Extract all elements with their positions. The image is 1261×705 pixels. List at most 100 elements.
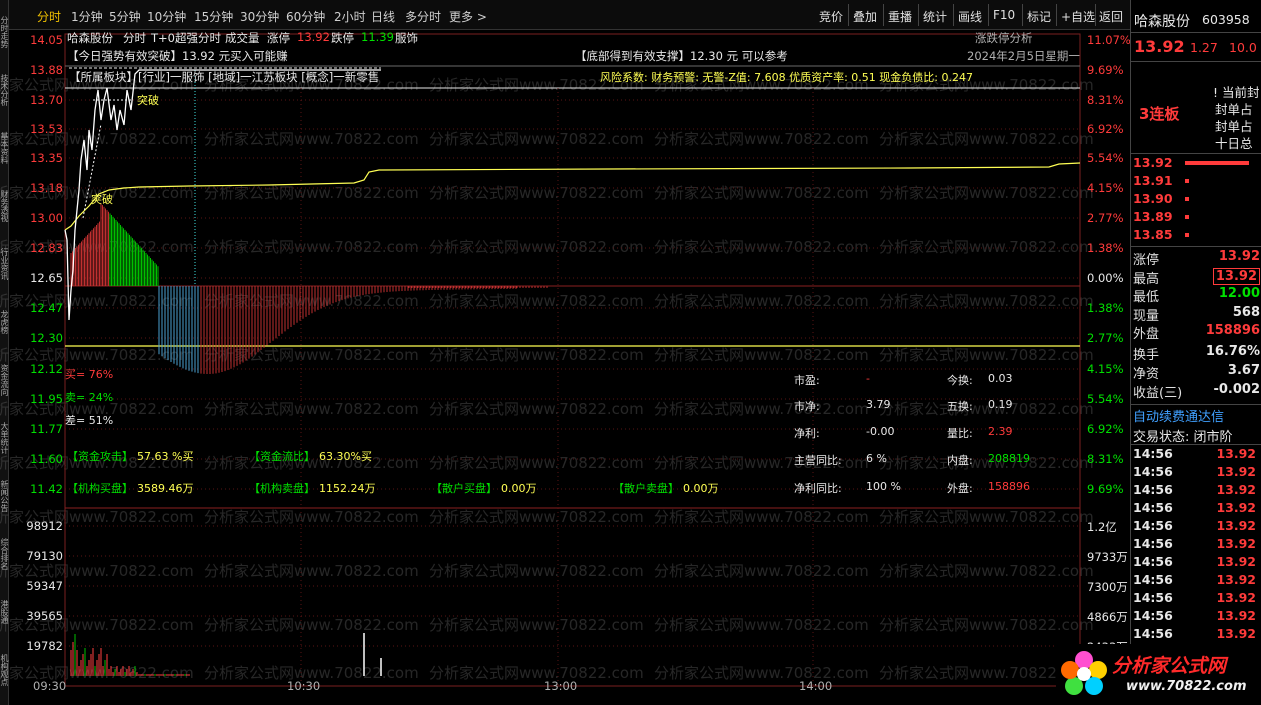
stat-value: 6 % [866, 452, 887, 465]
info-date: 2024年2月5日星期一 [967, 49, 1080, 63]
vertical-tab-5[interactable]: 龙虎榜 [0, 294, 9, 350]
pct-tick-label: 4.15% [1087, 362, 1124, 376]
quote-value: 158896 [1205, 323, 1260, 339]
stat-value: 208819 [988, 452, 1030, 465]
marquee-text[interactable]: 自动续费通达信 [1133, 406, 1261, 425]
price-tick-label: 11.95 [30, 392, 63, 406]
tab-daily[interactable]: 日线 [371, 8, 395, 25]
quote-label: 最高 [1133, 271, 1160, 287]
header-limit-up-label: 涨停 [267, 31, 290, 45]
vertical-tab-6[interactable]: 资金流向 [0, 352, 9, 408]
tab-more[interactable]: 更多 > [449, 8, 487, 25]
order-book-row[interactable]: 13.85 [1133, 227, 1260, 245]
panel-stock-name: 哈森股份 [1134, 14, 1190, 30]
tab-60min[interactable]: 60分钟 [286, 8, 325, 25]
order-book-row[interactable]: 13.92 [1133, 155, 1260, 173]
toolbar-divider [848, 4, 849, 26]
quote-row: 现量 568 [1133, 305, 1260, 324]
f10-button[interactable]: F10 [993, 8, 1015, 22]
vertical-tab-9[interactable]: 综合排名 [0, 526, 9, 582]
pct-tick-label: 0.00% [1087, 271, 1124, 285]
trade-status: 交易状态: 闭市阶 [1133, 430, 1233, 445]
time-tick-label: 10:30 [287, 679, 321, 693]
tab-15min[interactable]: 15分钟 [194, 8, 233, 25]
quote-label: 最低 [1133, 290, 1160, 306]
quote-value: 12.00 [1218, 286, 1260, 302]
pct-tick-label: 9.69% [1087, 63, 1124, 77]
quote-panel: 哈森股份 603958 13.92 1.27 10.0 3连板 ! 当前封 封单… [1130, 0, 1261, 705]
vertical-tab-1[interactable]: 技术分析 [0, 62, 9, 118]
tab-2hour[interactable]: 2小时 [334, 8, 366, 25]
quote-label: 收益(三) [1133, 386, 1183, 401]
tick-row: 14:56 13.92 [1133, 500, 1260, 518]
toolbar-divider [883, 4, 884, 26]
tab-5min[interactable]: 5分钟 [109, 8, 141, 25]
time-tick-label: 13:00 [544, 679, 578, 693]
intraday-chart-area: 分析家公式网www.70822.com 分析家公式网www.70822.com 分析… [0, 30, 1131, 705]
panel-divider [1131, 32, 1261, 33]
tab-1min[interactable]: 1分钟 [71, 8, 103, 25]
stats-button[interactable]: 统计 [923, 8, 947, 25]
header-volume-label: 成交量 [225, 31, 260, 45]
quote-row: 涨停 13.92 [1133, 249, 1260, 268]
quote-row: 最低 12.00 [1133, 286, 1260, 306]
vertical-tab-7[interactable]: 大单统计 [0, 410, 9, 466]
order-book-row[interactable]: 13.89 [1133, 209, 1260, 227]
fund-flow-label: 【资金流比】 [249, 450, 315, 463]
toolbar-divider [918, 4, 919, 26]
order-book-price: 13.90 [1133, 191, 1173, 206]
tab-fenshi[interactable]: 分时 [37, 8, 61, 25]
order-book-price: 13.91 [1133, 173, 1173, 188]
panel-divider [1131, 246, 1261, 247]
back-button[interactable]: 返回 [1099, 8, 1123, 25]
tab-10min[interactable]: 10分钟 [147, 8, 186, 25]
info-risk: 风险系数: 财务预警: 无警-Z值: 7.608 优质资产率: 0.51 现金负… [600, 71, 973, 84]
vertical-tab-11[interactable]: 机构观点 [0, 642, 9, 698]
price-tick-label: 12.12 [30, 362, 63, 376]
intraday-chart-svg[interactable] [9, 30, 1130, 705]
vertical-tab-0[interactable]: 分时走势 [0, 4, 9, 60]
price-tick-label: 13.00 [30, 211, 63, 225]
quote-label: 现量 [1133, 308, 1160, 324]
price-tick-label: 12.83 [30, 241, 63, 255]
stat-label: 量比: [947, 427, 973, 440]
quote-value: -0.002 [1213, 382, 1260, 397]
quote-label: 涨停 [1133, 253, 1160, 268]
order-book-row[interactable]: 13.91 [1133, 173, 1260, 191]
tick-time: 14:56 [1133, 464, 1173, 479]
tag-text: 当前封 [1221, 85, 1260, 100]
tick-row: 14:56 13.92 [1133, 626, 1260, 644]
quote-row: 换手 16.76% [1133, 344, 1260, 363]
tick-time: 14:56 [1133, 590, 1173, 605]
tag-ten-day: 十日总 [1215, 136, 1253, 151]
vertical-tab-2[interactable]: 基本资料 [0, 120, 9, 176]
vertical-tab-4[interactable]: 行业资讯 [0, 236, 9, 292]
fund-attack-label: 【资金攻击】 [67, 450, 133, 463]
pct-tick-label: 11.07% [1087, 33, 1131, 47]
auction-button[interactable]: 竞价 [819, 8, 843, 25]
tick-price: 13.92 [1216, 446, 1256, 461]
stat-label: 市盈: [794, 374, 820, 387]
limit-analysis-link[interactable]: 涨跌停分析 [975, 30, 1033, 46]
quote-label: 净资 [1133, 367, 1160, 382]
toolbar-divider [1022, 4, 1023, 26]
volume-tick-label: 79130 [26, 549, 63, 563]
vertical-tab-10[interactable]: 港股通 [0, 584, 9, 640]
vertical-tab-8[interactable]: 新闻公告 [0, 468, 9, 524]
draw-line-button[interactable]: 画线 [958, 8, 982, 25]
tab-30min[interactable]: 30分钟 [240, 8, 279, 25]
tick-time: 14:56 [1133, 518, 1173, 533]
add-watchlist-button[interactable]: +自选 [1061, 8, 1095, 25]
tick-price: 13.92 [1216, 518, 1256, 533]
overlay-button[interactable]: 叠加 [853, 8, 877, 25]
panel-divider [1131, 404, 1261, 405]
price-tick-label: 13.88 [30, 63, 63, 77]
mark-button[interactable]: 标记 [1027, 8, 1051, 25]
price-tick-label: 13.70 [30, 93, 63, 107]
replay-button[interactable]: 重播 [888, 8, 912, 25]
tick-price: 13.92 [1216, 464, 1256, 479]
vertical-tab-3[interactable]: 财务透视 [0, 178, 9, 234]
tab-multi-fenshi[interactable]: 多分时 [405, 8, 441, 25]
order-book-row[interactable]: 13.90 [1133, 191, 1260, 209]
pct-tick-label: 5.54% [1087, 151, 1124, 165]
